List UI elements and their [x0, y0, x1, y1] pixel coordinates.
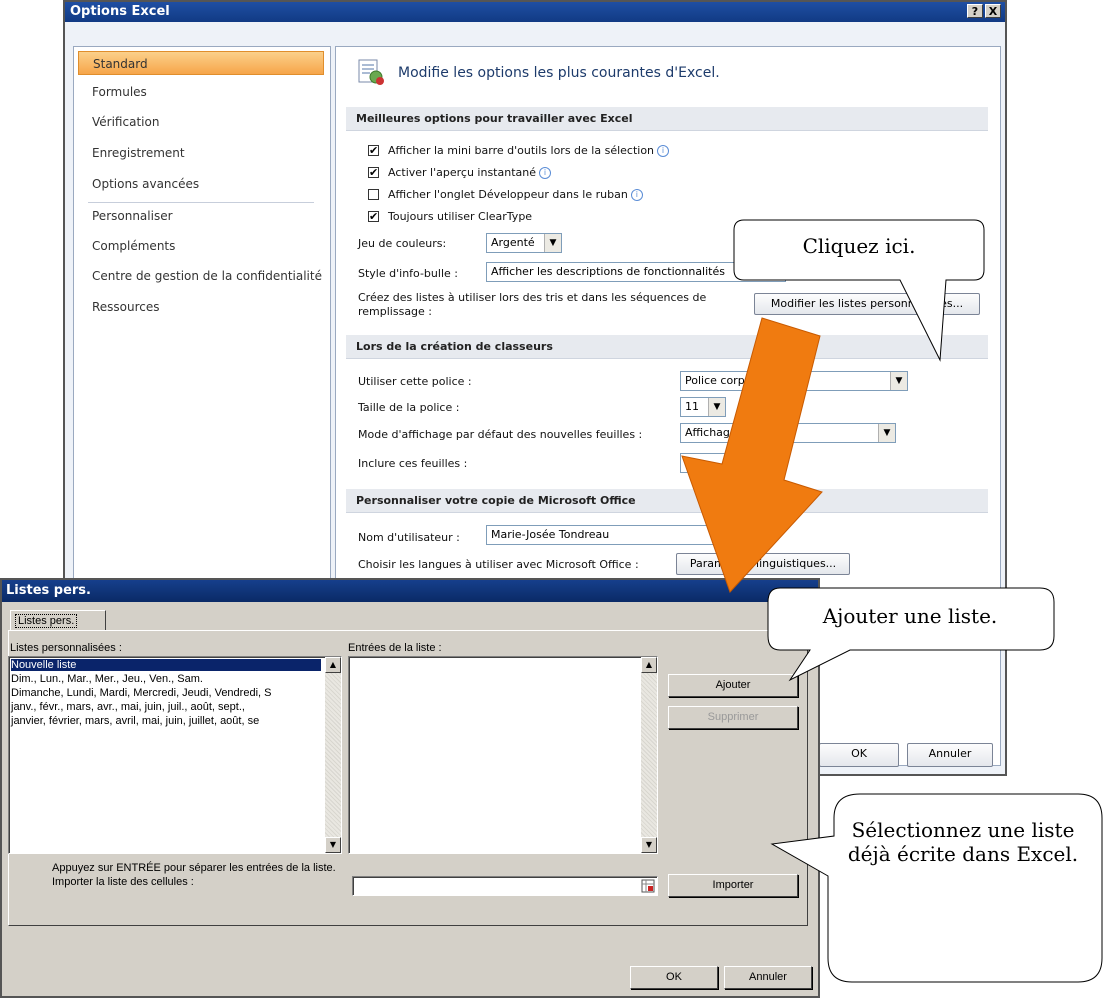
options-cancel-button[interactable]: Annuler	[907, 743, 993, 767]
label-custom-lists: Listes personnalisées :	[10, 642, 122, 654]
nav-divider	[88, 202, 314, 203]
checkbox-live-preview[interactable]: ✔	[368, 167, 379, 178]
import-range-input[interactable]	[352, 876, 658, 896]
options-settings-icon	[358, 59, 384, 85]
range-picker-icon[interactable]	[641, 879, 655, 893]
options-ok-button[interactable]: OK	[819, 743, 899, 767]
label-import-range: Importer la liste des cellules :	[52, 876, 194, 888]
callout-add-list: Ajouter une liste.	[822, 604, 998, 628]
list-item[interactable]: Dim., Lun., Mar., Mer., Jeu., Ven., Sam.	[11, 673, 203, 685]
checkbox-mini-toolbar[interactable]: ✔	[368, 145, 379, 156]
scroll-down-icon[interactable]: ▼	[641, 837, 657, 853]
color-scheme-select[interactable]: Argenté ▼	[486, 233, 562, 253]
callout-add-list-bubble	[767, 587, 1055, 682]
tab-custom-lists[interactable]: Listes pers.	[10, 610, 106, 630]
list-item[interactable]: Nouvelle liste	[11, 659, 321, 671]
checkbox-cleartype[interactable]: ✔	[368, 211, 379, 222]
delete-list-button[interactable]: Supprimer	[668, 706, 798, 729]
custom-lists-scrollbar[interactable]: ▲ ▼	[325, 657, 341, 853]
list-entries-scrollbar[interactable]: ▲ ▼	[641, 657, 657, 853]
options-title: Options Excel	[70, 4, 170, 19]
info-icon: i	[630, 189, 643, 201]
nav-item-complements[interactable]: Compléments	[78, 234, 324, 258]
info-icon: i	[539, 167, 551, 179]
nav-item-verification[interactable]: Vérification	[78, 110, 324, 134]
label-username: Nom d'utilisateur :	[358, 531, 460, 544]
chevron-down-icon: ▼	[890, 372, 907, 390]
label-default-view: Mode d'affichage par défaut des nouvelle…	[358, 428, 643, 441]
label-mini-toolbar: Afficher la mini barre d'outils lors de …	[388, 144, 670, 157]
nav-item-standard[interactable]: Standard	[78, 51, 324, 75]
nav-item-personnaliser[interactable]: Personnaliser	[78, 204, 324, 228]
callout-click-here: Cliquez ici.	[802, 234, 916, 258]
label-sheet-count: Inclure ces feuilles :	[358, 457, 468, 470]
callout-select-list: Sélectionnez une liste déjà écrite dans …	[847, 818, 1079, 866]
label-live-preview: Activer l'aperçu instantané i	[388, 166, 551, 179]
label-developer-tab: Afficher l'onglet Développeur dans le ru…	[388, 188, 643, 201]
scroll-up-icon[interactable]: ▲	[641, 657, 657, 673]
help-button[interactable]: ?	[967, 4, 983, 18]
list-item[interactable]: janv., févr., mars, avr., mai, juin, jui…	[11, 701, 245, 713]
label-color-scheme: Jeu de couleurs:	[358, 237, 447, 250]
list-entries-textarea[interactable]: ▲ ▼	[348, 656, 658, 854]
checkbox-developer-tab[interactable]	[368, 189, 379, 200]
section-best-options: Meilleures options pour travailler avec …	[346, 107, 988, 131]
custom-lists-listbox[interactable]: Nouvelle liste Dim., Lun., Mar., Mer., J…	[8, 656, 342, 854]
nav-item-confidentialite[interactable]: Centre de gestion de la confidentialité	[78, 264, 324, 288]
list-item[interactable]: janvier, février, mars, avril, mai, juin…	[11, 715, 259, 727]
hint-enter-separates: Appuyez sur ENTRÉE pour séparer les entr…	[52, 862, 336, 874]
options-header-title: Modifie les options les plus courantes d…	[398, 65, 720, 81]
custom-lists-dialog: Listes pers. Listes pers. Listes personn…	[0, 578, 820, 998]
lists-ok-button[interactable]: OK	[630, 966, 718, 989]
tab-custom-lists-label: Listes pers.	[15, 614, 78, 628]
options-title-bar: Options Excel ? X	[65, 2, 1005, 22]
info-icon: i	[657, 145, 670, 157]
nav-item-enregistrement[interactable]: Enregistrement	[78, 141, 324, 165]
label-languages: Choisir les langues à utiliser avec Micr…	[358, 558, 639, 571]
close-button[interactable]: X	[985, 4, 1001, 18]
label-font: Utiliser cette police :	[358, 375, 472, 388]
list-item[interactable]: Dimanche, Lundi, Mardi, Mercredi, Jeudi,…	[11, 687, 271, 699]
nav-item-ressources[interactable]: Ressources	[78, 295, 324, 319]
custom-lists-title: Listes pers.	[6, 583, 91, 598]
scroll-down-icon[interactable]: ▼	[325, 837, 341, 853]
nav-item-formules[interactable]: Formules	[78, 80, 324, 104]
chevron-down-icon: ▼	[878, 424, 895, 442]
scroll-up-icon[interactable]: ▲	[325, 657, 341, 673]
label-tooltip-style: Style d'info-bulle :	[358, 267, 458, 280]
label-list-entries: Entrées de la liste :	[348, 642, 442, 654]
chevron-down-icon: ▼	[544, 234, 561, 252]
label-font-size: Taille de la police :	[358, 401, 460, 414]
nav-item-options-avancees[interactable]: Options avancées	[78, 172, 324, 196]
label-cleartype: Toujours utiliser ClearType	[388, 210, 533, 223]
